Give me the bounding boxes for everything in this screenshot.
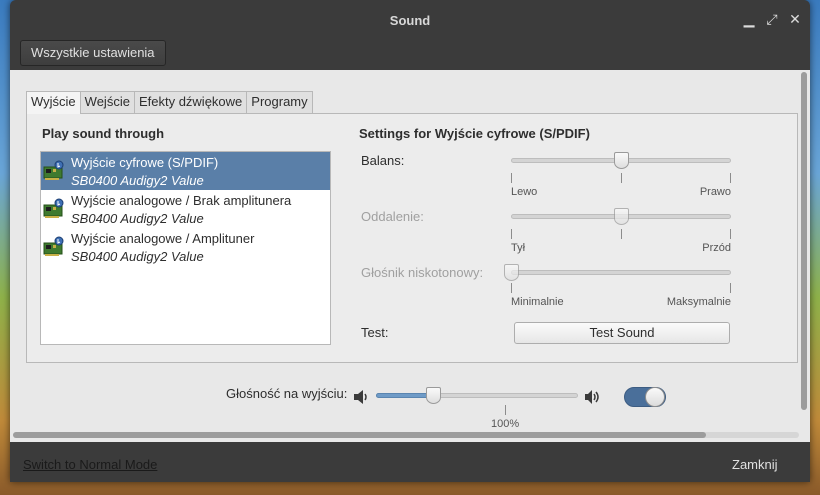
subwoofer-min-label: Minimalnie (511, 296, 564, 308)
device-card: SB0400 Audigy2 Value (71, 249, 204, 264)
tab-output[interactable]: Wyjście (26, 91, 81, 114)
sound-window: Sound ▁ ⤢ ✕ Wszystkie ustawienia Wyjście… (10, 0, 810, 482)
device-name: Wyjście analogowe / Amplituner (71, 231, 255, 246)
slider-handle[interactable] (426, 387, 441, 404)
balance-label: Balans: (361, 153, 405, 168)
subwoofer-label: Głośnik niskotonowy: (361, 265, 484, 280)
switch-knob[interactable] (645, 387, 665, 407)
sound-card-icon (43, 160, 64, 180)
window-controls: ▁ ⤢ ✕ (742, 12, 802, 26)
output-volume-label: Głośność na wyjściu: (226, 386, 348, 401)
all-settings-button[interactable]: Wszystkie ustawienia (20, 40, 166, 66)
test-sound-button[interactable]: Test Sound (514, 322, 730, 344)
device-name: Wyjście cyfrowe (S/PDIF) (71, 155, 219, 170)
test-label: Test: (361, 325, 389, 340)
switch-mode-link[interactable]: Switch to Normal Mode (23, 457, 157, 472)
output-volume-slider[interactable] (376, 387, 578, 407)
sound-card-icon (43, 198, 64, 218)
tick-mark (511, 173, 512, 183)
vertical-scrollbar[interactable] (801, 72, 807, 410)
slider-handle[interactable] (614, 208, 629, 225)
tab-bar: Wyjście Wejście Efekty dźwiękowe Program… (26, 91, 313, 114)
content-area: Wyjście Wejście Efekty dźwiękowe Program… (10, 70, 810, 442)
output-toggle-switch[interactable] (624, 387, 666, 407)
tick-mark (730, 173, 731, 183)
device-name: Wyjście analogowe / Brak amplitunera (71, 193, 292, 208)
tick-mark (511, 229, 512, 239)
fade-max-label: Przód (702, 242, 731, 254)
device-card: SB0400 Audigy2 Value (71, 211, 204, 226)
scrollbar-thumb[interactable] (801, 72, 807, 410)
tick-mark (511, 283, 512, 293)
settings-title: Settings for Wyjście cyfrowe (S/PDIF) (359, 126, 590, 141)
tab-applications[interactable]: Programy (246, 91, 313, 113)
slider-handle[interactable] (614, 152, 629, 169)
device-item-analog-amp[interactable]: Wyjście analogowe / Amplituner SB0400 Au… (41, 228, 330, 266)
maximize-icon[interactable]: ⤢ (765, 12, 779, 26)
play-through-title: Play sound through (42, 126, 165, 141)
tab-sound-effects[interactable]: Efekty dźwiękowe (133, 91, 248, 113)
slider-track (511, 270, 731, 275)
balance-min-label: Lewo (511, 186, 538, 198)
window-title: Sound (389, 13, 431, 28)
minimize-icon[interactable]: ▁ (742, 12, 756, 26)
close-icon[interactable]: ✕ (788, 12, 802, 26)
horizontal-scrollbar[interactable] (13, 432, 799, 438)
subwoofer-slider[interactable] (504, 264, 731, 284)
tick-mark (621, 229, 622, 239)
balance-slider[interactable] (511, 152, 731, 172)
fade-min-label: Tył (511, 242, 526, 254)
device-list: Wyjście cyfrowe (S/PDIF) SB0400 Audigy2 … (40, 151, 331, 345)
tab-input[interactable]: Wejście (79, 91, 135, 113)
device-card: SB0400 Audigy2 Value (71, 173, 204, 188)
volume-100-label: 100% (491, 418, 520, 430)
close-button[interactable]: Zamknij (732, 457, 778, 472)
subwoofer-max-label: Maksymalnie (666, 296, 731, 308)
volume-low-icon[interactable] (352, 389, 370, 405)
sound-card-icon (43, 236, 64, 256)
device-item-spdif[interactable]: Wyjście cyfrowe (S/PDIF) SB0400 Audigy2 … (41, 152, 330, 190)
output-panel: Play sound through Wyjście cyfrowe (S/PD… (26, 113, 798, 363)
scrollbar-thumb[interactable] (13, 432, 706, 438)
tick-mark (730, 229, 731, 239)
tick-mark (730, 283, 731, 293)
slider-fill (376, 393, 433, 398)
fade-label: Oddalenie: (361, 209, 424, 224)
fade-slider[interactable] (511, 208, 731, 228)
tick-mark (621, 173, 622, 183)
volume-100-tick (505, 405, 506, 415)
slider-handle[interactable] (504, 264, 519, 281)
balance-max-label: Prawo (699, 186, 731, 198)
device-item-analog-no-amp[interactable]: Wyjście analogowe / Brak amplitunera SB0… (41, 190, 330, 228)
volume-high-icon[interactable] (584, 389, 602, 405)
